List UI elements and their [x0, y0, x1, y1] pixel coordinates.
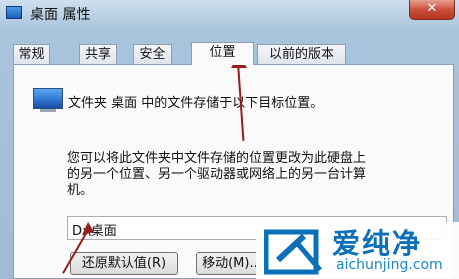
watermark-text-cn: 爱纯净 — [332, 227, 423, 260]
tab-general[interactable]: 常规 — [13, 44, 50, 64]
location-intro: 文件夹 桌面 中的文件存储于以下目标位置。 — [68, 96, 324, 111]
window-title: 桌面 属性 — [30, 7, 91, 23]
tab-security[interactable]: 安全 — [133, 44, 172, 64]
location-description-line2: 的另一个位置、另一个驱动器或网络上的另一台计算 — [67, 167, 367, 182]
title-bar: 桌面 属性 ✕ — [0, 0, 459, 26]
location-description-line3: 机。 — [67, 183, 94, 198]
watermark-text-en: aichunjing.com — [336, 257, 443, 273]
close-button[interactable]: ✕ — [409, 0, 455, 20]
watermark-logo-icon — [264, 229, 322, 275]
annotation-arrowhead-path — [82, 222, 94, 235]
properties-window: 桌面 属性 ✕ 常规 共享 安全 位置 以前的版本 文件夹 桌面 中的文件存储于… — [0, 0, 459, 279]
tab-sharing[interactable]: 共享 — [79, 44, 117, 64]
desktop-folder-icon — [33, 88, 63, 112]
tab-previous-versions[interactable]: 以前的版本 — [257, 44, 346, 64]
tab-location[interactable]: 位置 — [191, 42, 254, 65]
folder-icon — [6, 6, 22, 19]
restore-default-button[interactable]: 还原默认值(R) — [70, 252, 178, 275]
